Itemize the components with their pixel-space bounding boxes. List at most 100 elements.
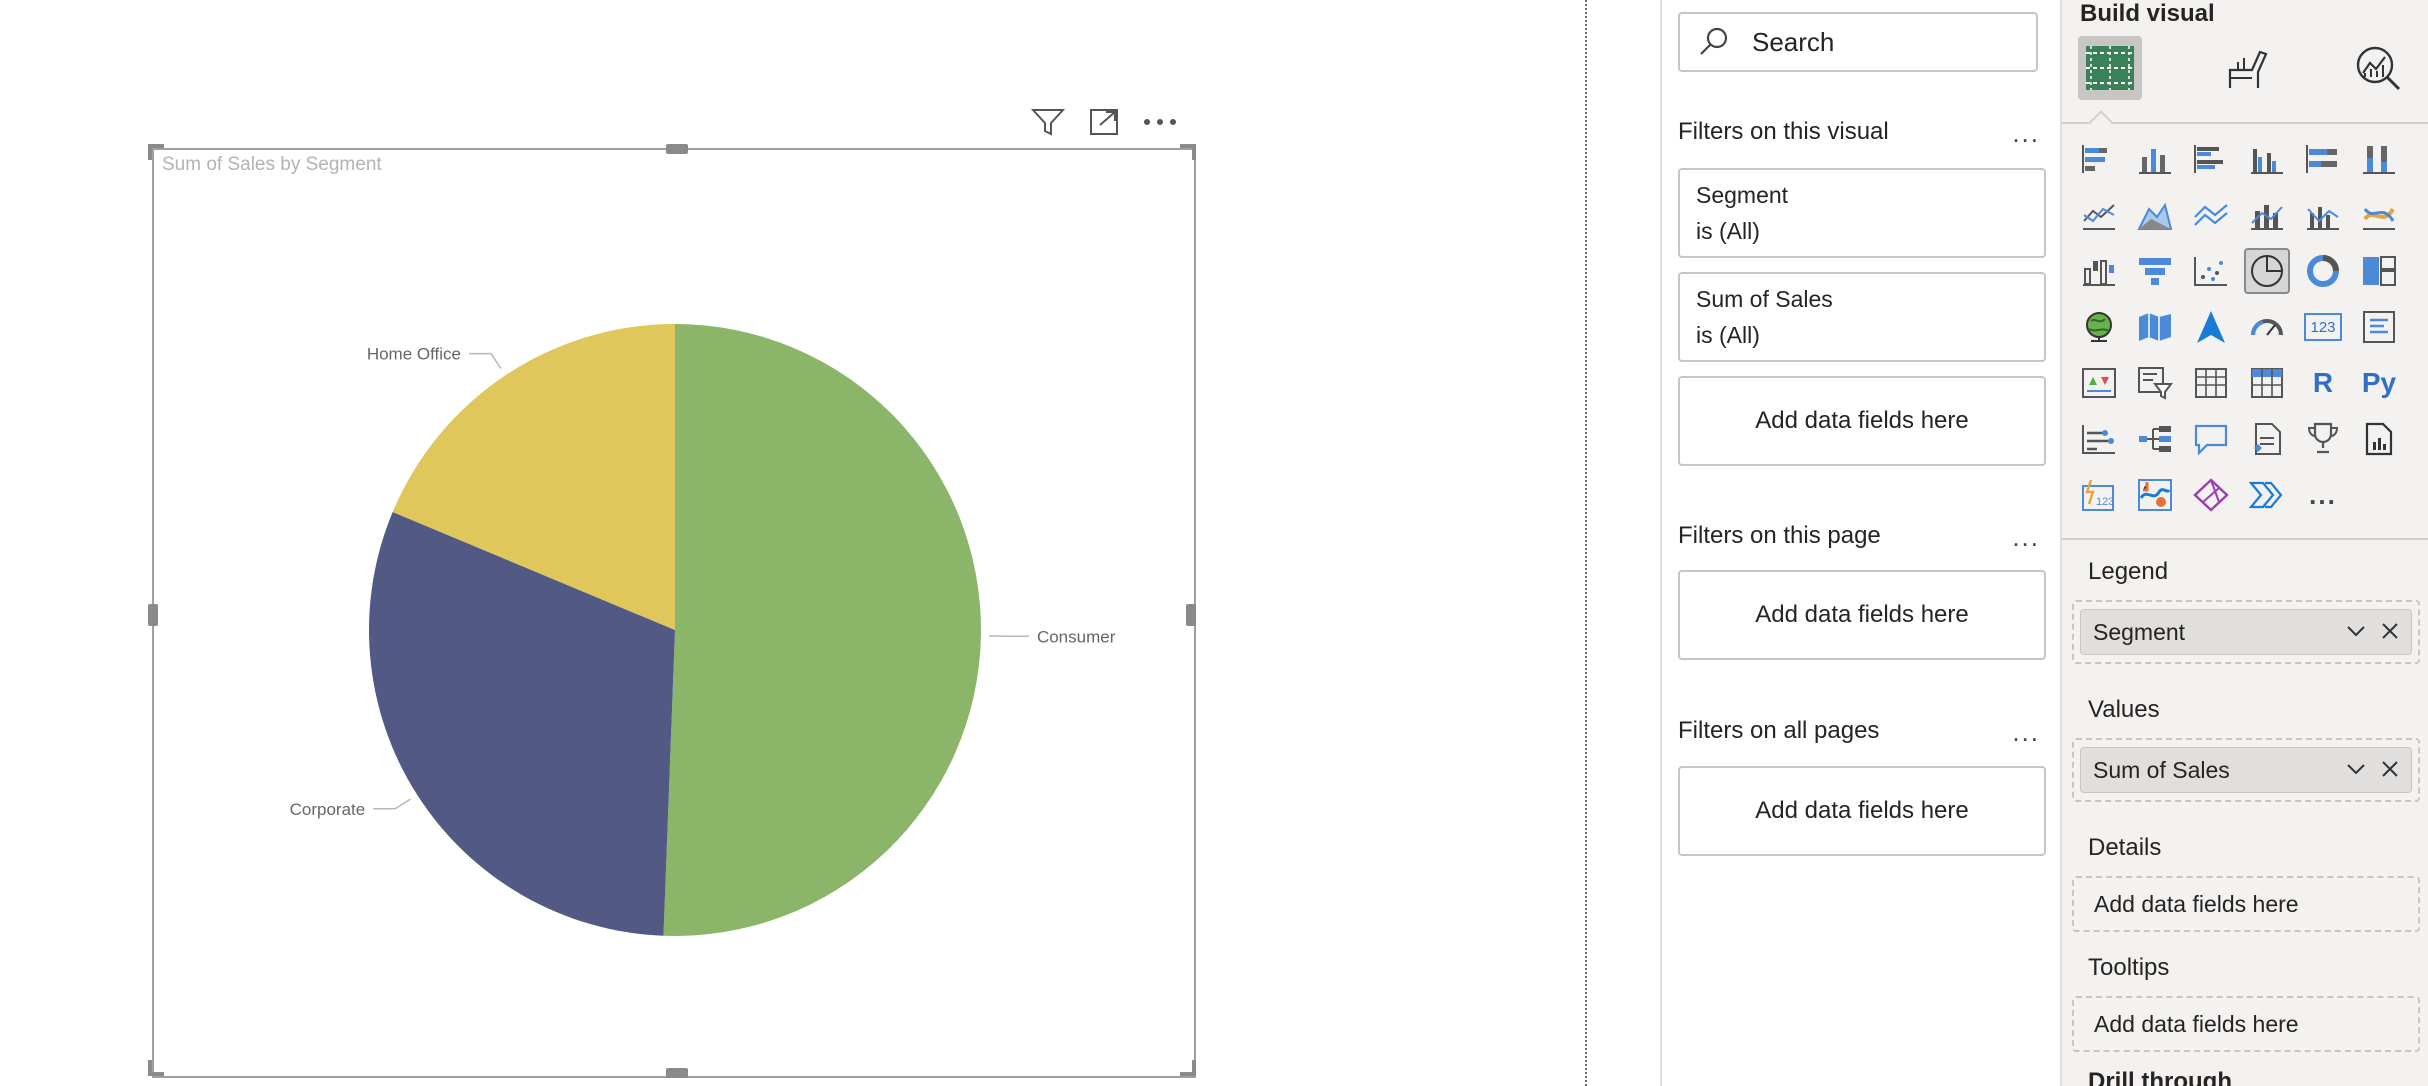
key-influencers-icon[interactable]	[2076, 416, 2122, 462]
pie-chart-icon[interactable]	[2244, 248, 2290, 294]
python-visual-text: Py	[2361, 367, 2397, 398]
power-apps-icon[interactable]: 123	[2076, 472, 2122, 518]
details-well-title: Details	[2088, 834, 2162, 861]
search-placeholder: Search	[1752, 26, 1835, 57]
values-well[interactable]: Sum of Sales	[2072, 738, 2420, 802]
visual-header	[1030, 104, 1178, 140]
kpi-icon[interactable]	[2076, 360, 2122, 406]
powerbi-report-editor: Sum of Sales by Segment Consumer Corporat…	[0, 0, 2428, 1086]
map-icon[interactable]	[2076, 304, 2122, 350]
decomposition-tree-icon[interactable]	[2132, 416, 2178, 462]
filter-card-state: is (All)	[1696, 218, 1760, 244]
visualizations-tabs	[2078, 36, 2418, 106]
filter-card-segment[interactable]: Segment is (All)	[1678, 168, 2046, 258]
search-icon	[1700, 27, 1728, 55]
azure-map-icon[interactable]	[2188, 304, 2234, 350]
legend-field-name: Segment	[2093, 618, 2186, 645]
analytics-tab[interactable]	[2346, 36, 2410, 100]
active-tab-caret	[2088, 110, 2114, 136]
resize-handle-bottom-right[interactable]	[1180, 1060, 1196, 1076]
close-icon[interactable]	[2379, 620, 2401, 642]
line-and-clustered-column-chart-icon[interactable]	[2300, 192, 2346, 238]
build-visual-tab[interactable]	[2078, 36, 2142, 100]
resize-handle-bottom-left[interactable]	[148, 1060, 164, 1076]
resize-handle-bottom[interactable]	[666, 1068, 688, 1078]
resize-handle-top-right[interactable]	[1180, 144, 1196, 160]
pie-label-consumer: Consumer	[1037, 627, 1116, 646]
resize-handle-top[interactable]	[666, 144, 688, 154]
resize-handle-top-left[interactable]	[148, 144, 164, 160]
resize-handle-right[interactable]	[1186, 604, 1196, 626]
pie-label-home-office: Home Office	[367, 345, 461, 364]
goals-trophy-icon[interactable]	[2300, 416, 2346, 462]
build-visual-title: Build visual	[2080, 0, 2215, 27]
values-field-pill[interactable]: Sum of Sales	[2080, 747, 2412, 793]
filter-card-sum-of-sales[interactable]: Sum of Sales is (All)	[1678, 272, 2046, 362]
r-script-visual-icon[interactable]: R	[2300, 360, 2346, 406]
stacked-column-chart-icon[interactable]	[2132, 136, 2178, 182]
pie-label-corporate: Corporate	[290, 800, 366, 819]
tooltips-well[interactable]: Add data fields here	[2072, 996, 2420, 1052]
area-chart-icon[interactable]	[2132, 192, 2178, 238]
pie-chart: Consumer Corporate Home Office	[290, 324, 1116, 936]
multi-row-card-icon[interactable]	[2356, 304, 2402, 350]
100-stacked-column-chart-icon[interactable]	[2356, 136, 2402, 182]
more-options-icon[interactable]	[1142, 104, 1178, 140]
card-icon[interactable]: 123	[2300, 304, 2346, 350]
funnel-chart-icon[interactable]	[2132, 248, 2178, 294]
pie-slice-consumer[interactable]	[663, 324, 981, 936]
filled-map-icon[interactable]	[2132, 304, 2178, 350]
qna-icon[interactable]	[2188, 416, 2234, 462]
100-stacked-bar-chart-icon[interactable]	[2300, 136, 2346, 182]
chevron-down-icon[interactable]	[2345, 758, 2367, 780]
smart-narrative-icon[interactable]	[2244, 416, 2290, 462]
stacked-area-chart-icon[interactable]	[2188, 192, 2234, 238]
power-automate-flow-icon[interactable]	[2244, 472, 2290, 518]
gauge-icon[interactable]	[2244, 304, 2290, 350]
line-chart-icon[interactable]	[2076, 192, 2122, 238]
legend-well-title: Legend	[2088, 558, 2169, 585]
stacked-bar-chart-icon[interactable]	[2076, 136, 2122, 182]
arcgis-maps-icon[interactable]	[2132, 472, 2178, 518]
focus-mode-icon[interactable]	[1086, 104, 1122, 140]
more-visuals-icon[interactable]: ...	[2300, 472, 2346, 518]
clustered-bar-chart-icon[interactable]	[2188, 136, 2234, 182]
filters-on-page-title: Filters on this page	[1678, 522, 1881, 549]
resize-handle-left[interactable]	[148, 604, 158, 626]
legend-well[interactable]: Segment	[2072, 600, 2420, 664]
build-visual-icon	[2086, 46, 2134, 90]
filters-on-all-pages-add[interactable]: Add data fields here	[1678, 766, 2046, 856]
treemap-icon[interactable]	[2356, 248, 2402, 294]
python-visual-icon[interactable]: Py	[2356, 360, 2402, 406]
filter-icon[interactable]	[1030, 104, 1066, 140]
values-well-title: Values	[2088, 696, 2160, 723]
format-visual-tab[interactable]	[2214, 36, 2278, 100]
table-icon[interactable]	[2188, 360, 2234, 406]
paginated-report-icon[interactable]	[2356, 416, 2402, 462]
donut-chart-icon[interactable]	[2300, 248, 2346, 294]
power-automate-icon[interactable]	[2188, 472, 2234, 518]
page-boundary	[1585, 0, 1587, 1086]
filter-card-field: Segment	[1696, 182, 1789, 208]
legend-field-pill[interactable]: Segment	[2080, 609, 2412, 655]
tabs-divider	[2062, 122, 2428, 124]
pie-chart-visual[interactable]: Sum of Sales by Segment Consumer Corporat…	[148, 144, 1196, 1078]
line-and-stacked-column-chart-icon[interactable]	[2244, 192, 2290, 238]
filters-on-all-pages-more-icon[interactable]: ...	[2012, 717, 2040, 748]
scatter-chart-icon[interactable]	[2188, 248, 2234, 294]
matrix-icon[interactable]	[2244, 360, 2290, 406]
close-icon[interactable]	[2379, 758, 2401, 780]
filters-pane: Search Filters on this visual ... Segmen…	[1660, 0, 2062, 1086]
details-well[interactable]: Add data fields here	[2072, 876, 2420, 932]
filters-on-visual-add[interactable]: Add data fields here	[1678, 376, 2046, 466]
waterfall-chart-icon[interactable]	[2076, 248, 2122, 294]
clustered-column-chart-icon[interactable]	[2244, 136, 2290, 182]
slicer-icon[interactable]	[2132, 360, 2178, 406]
filters-on-page-more-icon[interactable]: ...	[2012, 522, 2040, 553]
filters-on-visual-more-icon[interactable]: ...	[2012, 118, 2040, 149]
filters-on-page-add[interactable]: Add data fields here	[1678, 570, 2046, 660]
filters-search-input[interactable]: Search	[1678, 12, 2038, 72]
ribbon-chart-icon[interactable]	[2356, 192, 2402, 238]
pie-leader-line	[468, 352, 502, 370]
chevron-down-icon[interactable]	[2345, 620, 2367, 642]
